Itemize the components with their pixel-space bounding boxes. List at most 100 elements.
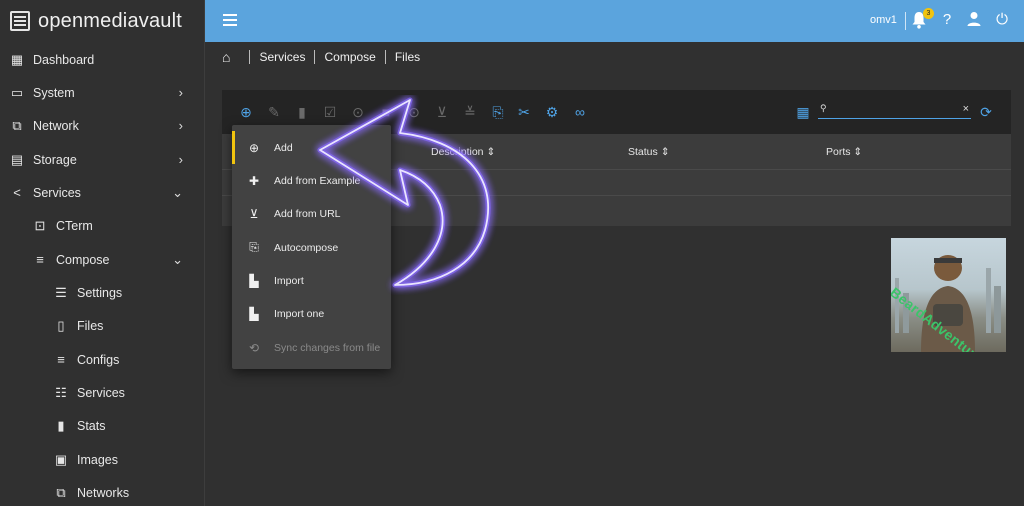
up-icon[interactable]: ⊙ [350,104,366,120]
menu-item-add-from-url[interactable]: ⊻ Add from URL [232,197,391,230]
menu-item-label: Add from Example [274,174,361,187]
sidebar-item-services-sub[interactable]: ☷ Services [0,376,205,409]
download-box-icon: ⊻ [249,206,259,221]
refresh-icon[interactable]: ⟳ [978,104,994,120]
sidebar-item-services[interactable]: < Services ⌄ [0,176,205,209]
pull-icon[interactable]: ⊻ [434,104,450,120]
compose-icon: ≡ [36,252,44,267]
menu-item-add[interactable]: ⊕ Add [232,131,391,164]
sidebar-item-label: Services [77,385,125,400]
brand[interactable]: openmediavault [0,0,204,42]
sidebar-item-files[interactable]: ▯ Files [0,309,205,342]
plus-box-icon: ✚ [248,173,260,188]
stop-icon[interactable]: ■ [378,104,394,120]
grid-icon: ▦ [10,51,24,67]
file-import-one-icon: ▙ [249,306,259,321]
file-sync-icon: ⟲ [248,340,260,355]
sidebar-item-label: Files [77,318,104,333]
search-field: ⚲ × [818,103,971,119]
sidebar-item-label: Networks [77,485,130,500]
edit-icon[interactable]: ✎ [266,104,282,120]
notification-badge: 3 [923,8,934,19]
column-header-description[interactable]: Description ⇕ [431,146,495,158]
breadcrumb-separator [249,50,251,64]
sidebar-item-cterm[interactable]: ⊡ CTerm [0,209,205,242]
sidebar: openmediavault ▦ Dashboard ▭ System › ⧉ … [0,0,205,506]
network-icon: ⧉ [12,117,22,133]
column-label: Status [628,146,658,158]
sidebar-item-label: Storage [33,152,77,167]
terminal-icon: ⊡ [34,217,46,233]
down-icon[interactable]: ⊙ [406,104,422,120]
file-plus-icon: ⎘ [249,240,259,254]
scissors-icon[interactable]: ✂ [516,104,532,120]
bear-photo-thumbnail: BeardAdventures [891,238,1006,352]
sidebar-item-dashboard[interactable]: ▦ Dashboard [0,43,205,76]
chevron-down-icon: ⌄ [172,184,183,200]
image-icon: ▣ [54,451,68,467]
menu-item-add-from-example[interactable]: ✚ Add from Example [232,164,391,197]
sidebar-item-settings[interactable]: ☰ Settings [0,276,205,309]
menu-item-label: Autocompose [274,241,339,254]
network-icon: ⧉ [56,484,66,500]
menu-item-label: Import one [274,307,325,320]
help-icon[interactable]: ? [938,11,956,31]
sidebar-item-label: Compose [56,252,110,267]
sidebar-item-label: System [33,85,75,100]
delete-icon[interactable]: ▮ [294,104,310,120]
laptop-icon: ▭ [10,84,24,100]
sidebar-item-label: Images [77,452,118,467]
breadcrumb-files: Files [394,50,421,64]
power-icon[interactable]: ⏻ [993,11,1011,31]
check-list-icon[interactable]: ≚ [462,104,478,120]
openmediavault-logo-icon [10,11,30,31]
table-columns-icon[interactable]: ▦ [795,104,811,120]
file-import-icon: ▙ [249,273,259,288]
link-icon[interactable]: ∞ [572,104,588,120]
sidebar-item-system[interactable]: ▭ System › [0,76,205,109]
search-icon: ⚲ [820,103,827,113]
menu-item-sync-changes: ⟲ Sync changes from file [232,331,391,364]
breadcrumb-compose[interactable]: Compose [324,50,375,64]
search-input[interactable] [832,103,954,117]
share-icon: < [13,185,21,200]
check-file-icon[interactable]: ☑ [322,104,338,120]
sidebar-item-networks[interactable]: ⧉ Networks [0,476,205,506]
sidebar-item-label: Network [33,118,79,133]
menu-item-import[interactable]: ▙ Import [232,264,391,297]
column-header-ports[interactable]: Ports ⇕ [826,146,862,158]
user-icon[interactable] [965,11,983,31]
top-bar: omv1 3 ? ⏻ [205,0,1024,42]
menu-item-autocompose[interactable]: ⎘ Autocompose [232,231,391,264]
add-circle-icon[interactable]: ⊕ [238,104,254,120]
sidebar-item-compose[interactable]: ≡ Compose ⌄ [0,243,205,276]
list-icon: ☷ [55,384,67,400]
home-icon[interactable]: ⌂ [222,49,230,65]
sidebar-item-images[interactable]: ▣ Images [0,443,205,476]
storage-icon: ▤ [10,151,24,167]
sidebar-item-label: Settings [77,285,123,300]
menu-toggle-icon[interactable] [223,14,237,26]
bar-chart-icon: ▮ [57,417,65,433]
sidebar-item-configs[interactable]: ≡ Configs [0,343,205,376]
breadcrumb: ⌂ Services Compose Files [222,48,420,66]
menu-item-label: Import [274,274,304,287]
sidebar-item-stats[interactable]: ▮ Stats [0,409,205,442]
file-download-icon[interactable]: ⎘ [490,104,506,120]
sidebar-item-network[interactable]: ⧉ Network › [0,109,205,142]
menu-item-import-one[interactable]: ▙ Import one [232,297,391,330]
breadcrumb-separator [314,50,316,64]
sidebar-item-storage[interactable]: ▤ Storage › [0,143,205,176]
clear-icon[interactable]: × [963,103,969,115]
breadcrumb-separator [384,50,386,64]
breadcrumb-services[interactable]: Services [259,50,305,64]
file-icon: ▯ [57,317,65,333]
column-header-status[interactable]: Status ⇕ [628,146,670,158]
add-menu: ⊕ Add ✚ Add from Example ⊻ Add from URL … [232,125,391,369]
lines-icon: ≡ [57,352,65,367]
sidebar-item-label: Stats [77,418,106,433]
column-label: Description [431,146,484,158]
sliders-icon: ☰ [55,284,67,300]
gear-icon[interactable]: ⚙ [544,104,560,120]
menu-item-label: Sync changes from file [274,341,381,354]
